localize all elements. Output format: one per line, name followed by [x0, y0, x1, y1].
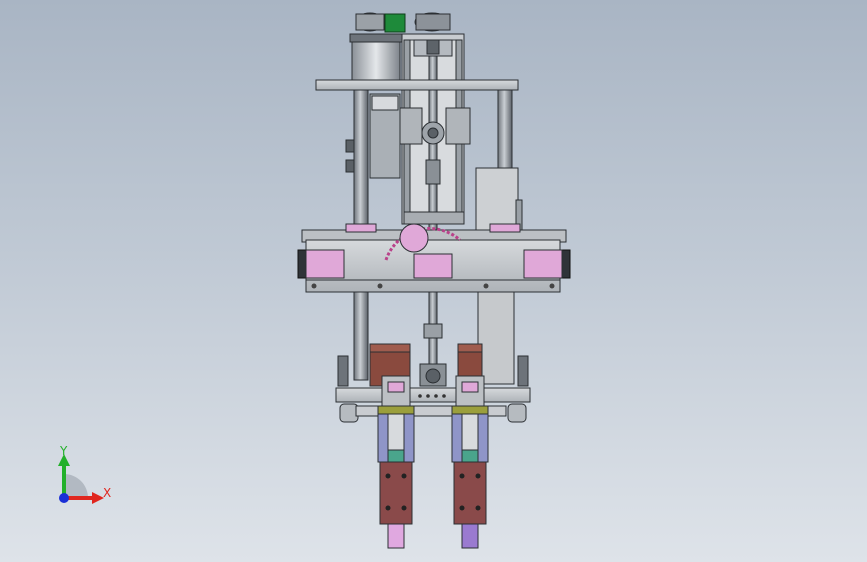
y-axis-label: Y — [59, 444, 68, 458]
lower-shaft — [419, 291, 447, 387]
top-plate — [315, 79, 519, 91]
assembly-drawing: Y X — [58, 12, 571, 549]
x-axis-label: X — [103, 486, 111, 500]
middle-plate — [297, 223, 571, 293]
z-axis-dot — [59, 493, 69, 503]
cad-viewport[interactable]: Y X — [0, 0, 867, 562]
pink-pad-left — [305, 249, 345, 279]
pink-pad-right — [523, 249, 563, 279]
coordinate-triad: Y X — [58, 444, 111, 504]
right-nozzle-assembly — [451, 375, 489, 549]
left-nozzle-assembly — [377, 375, 415, 549]
pink-pad-center — [413, 253, 453, 279]
green-coupling — [384, 13, 406, 33]
